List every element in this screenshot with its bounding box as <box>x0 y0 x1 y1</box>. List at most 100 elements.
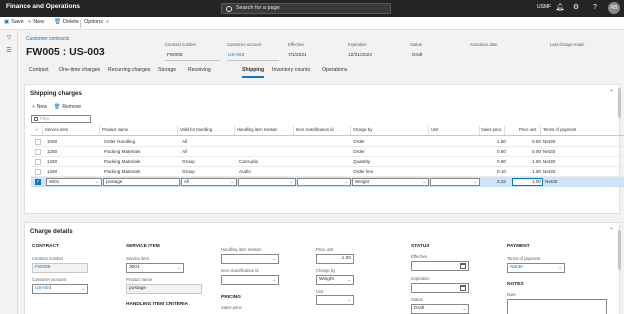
cell-terms[interactable]: Net30 <box>545 179 557 184</box>
col-charge-by[interactable]: Charge by <box>353 127 372 132</box>
chevron-down-icon: ⌄ <box>230 179 234 184</box>
handling-relation-field[interactable]: ⌄ <box>221 254 279 264</box>
note-textarea[interactable] <box>507 299 607 314</box>
cell-service-item: 1260 <box>47 159 58 164</box>
grid-filter-input[interactable]: Filter <box>31 115 91 123</box>
table-row[interactable]: 1260 Packing Materials All Order 0.60 0.… <box>31 147 624 157</box>
row-checkbox-checked[interactable]: ✓ <box>35 179 41 185</box>
cell-sales-price[interactable]: 0.32 <box>471 179 506 184</box>
col-unit[interactable]: Unit <box>431 127 438 132</box>
chevron-down-icon: ⌄ <box>289 179 293 184</box>
status-field[interactable]: Draft ⌄ <box>411 304 469 314</box>
price-unit-field[interactable]: 1.00 <box>316 254 354 264</box>
search-actions-icon[interactable]: ⌕ <box>106 19 109 26</box>
item-classification-input[interactable]: ⌄ <box>297 178 351 186</box>
expiration-value: 12/31/2022 <box>348 53 373 58</box>
row-checkbox[interactable] <box>35 139 41 145</box>
tab-operations[interactable]: Operations <box>322 67 347 73</box>
service-item-field[interactable]: 3001 ⌄ <box>126 263 184 273</box>
table-row[interactable]: 1260 Packing Materials Group CarAudio Qu… <box>31 157 624 167</box>
options-button[interactable]: Options <box>84 19 103 25</box>
chevron-down-icon: ⌄ <box>422 179 426 184</box>
contract-number-field[interactable]: FW005 <box>32 263 88 273</box>
row-checkbox[interactable] <box>35 159 41 165</box>
cell-service-item: 1260 <box>47 149 58 154</box>
col-valid-for-handling[interactable]: Valid for handling <box>180 127 212 132</box>
handling-criteria-heading: HANDLING ITEM CRITERIA <box>126 302 189 307</box>
scrollbar[interactable] <box>618 88 621 118</box>
expiration-date-field[interactable] <box>411 283 469 293</box>
product-name-field[interactable]: postage <box>126 284 202 294</box>
valid-for-handling-select[interactable]: All ⌄ <box>181 178 237 186</box>
global-search[interactable]: Search for a page <box>221 3 391 14</box>
tab-receiving[interactable]: Receiving <box>188 67 211 73</box>
expiration-label: Expiration <box>411 276 430 281</box>
product-name-input[interactable]: postage <box>103 178 180 186</box>
customer-account-link[interactable]: US-003 <box>228 53 244 58</box>
tab-shipping[interactable]: Shipping <box>242 67 264 73</box>
column-divider <box>99 126 100 135</box>
item-classification-field[interactable]: ⌄ <box>221 275 279 285</box>
collapse-chevron-icon[interactable]: ⌃ <box>609 89 614 96</box>
save-button[interactable]: ▣ Save <box>4 19 24 25</box>
shipping-charges-card: Shipping charges ⌃ + New 🗑︎ Remove Filter … <box>24 84 624 214</box>
shipping-charges-title: Shipping charges <box>30 90 82 97</box>
app-title: Finance and Operations <box>6 3 81 10</box>
tab-one-time-charges[interactable]: One-time charges <box>59 67 100 73</box>
col-product-name[interactable]: Product name <box>102 127 128 132</box>
table-row[interactable]: 1060 Order Handling All Order 1.50 0.00 … <box>31 137 624 147</box>
row-checkbox[interactable] <box>35 149 41 155</box>
tab-inventory-counts[interactable]: Inventory counts <box>272 67 310 73</box>
terms-label: Terms of payment <box>507 256 541 261</box>
chevron-down-icon: ⌄ <box>558 265 562 270</box>
cell-handling-relation: Audio <box>239 169 251 174</box>
tab-contract[interactable]: Contract <box>29 67 49 73</box>
calendar-icon[interactable] <box>460 285 466 291</box>
new-button[interactable]: + New <box>28 19 44 25</box>
handling-relation-input[interactable]: ⌄ <box>238 178 296 186</box>
cell-charge-by: Order line <box>353 169 374 174</box>
help-icon[interactable]: ? <box>590 3 600 13</box>
bell-icon[interactable]: 🔔︎ <box>555 3 565 13</box>
column-divider <box>42 126 43 135</box>
terms-of-payment-field[interactable]: Net30 ⌄ <box>507 263 565 273</box>
service-item-input[interactable]: 3001 ⌄ <box>46 178 102 186</box>
new-line-button[interactable]: + New <box>32 104 47 110</box>
company-picker[interactable]: USMF <box>537 4 551 10</box>
list-icon[interactable]: ☰ <box>5 47 13 55</box>
customer-account-field[interactable]: US-003 ⌄ <box>32 284 88 294</box>
table-row-selected[interactable]: ✓ 3001 ⌄ postage All ⌄ ⌄ ⌄ Weight ⌄ ⌄ 0.… <box>31 177 624 187</box>
filter-icon[interactable]: ▽ <box>5 34 13 42</box>
column-divider <box>504 126 505 135</box>
row-checkbox[interactable] <box>35 169 41 175</box>
avatar[interactable]: RB <box>608 2 620 14</box>
left-rail: ▽ ☰ <box>0 30 18 314</box>
cell-price-unit: 1.00 <box>532 159 541 164</box>
select-all-checkbox[interactable]: ✓ <box>35 127 39 132</box>
remove-line-button[interactable]: 🗑︎ Remove <box>54 104 81 110</box>
table-row[interactable]: 1260 Packing Materials Group Audio Order… <box>31 167 624 177</box>
price-unit-input[interactable]: 1.00 <box>512 178 543 186</box>
effective-date-field[interactable] <box>411 261 469 271</box>
settings-icon[interactable]: ⚙ <box>571 3 581 13</box>
col-price-unit[interactable]: Price unit <box>519 127 536 132</box>
scrollbar[interactable] <box>618 230 621 270</box>
col-service-item[interactable]: Service item <box>45 127 68 132</box>
delete-button[interactable]: 🗑︎ Delete <box>54 19 79 25</box>
calendar-icon[interactable] <box>460 263 466 269</box>
breadcrumb[interactable]: Customer contracts <box>26 36 69 42</box>
col-handling-item-relation[interactable]: Handling item relation <box>237 127 278 132</box>
collapse-chevron-icon[interactable]: ⌃ <box>609 227 614 234</box>
tab-recurring-charges[interactable]: Recurring charges <box>108 67 150 73</box>
unit-field[interactable]: ⌄ <box>316 295 354 305</box>
col-sales-price[interactable]: Sales price <box>481 127 502 132</box>
tab-storage[interactable]: Storage <box>158 67 176 73</box>
tab-strip: Contract One-time charges Recurring char… <box>26 66 616 78</box>
contract-heading: CONTRACT <box>32 244 59 249</box>
activation-date-label: Activation date <box>470 42 498 47</box>
contract-number-field[interactable]: FW005 <box>167 53 182 58</box>
col-item-classification[interactable]: Item classification id <box>296 127 333 132</box>
charge-by-field[interactable]: Weight ⌄ <box>316 275 354 285</box>
charge-by-select[interactable]: Weight ⌄ <box>352 178 429 186</box>
col-terms-of-payment[interactable]: Terms of payment <box>543 127 576 132</box>
